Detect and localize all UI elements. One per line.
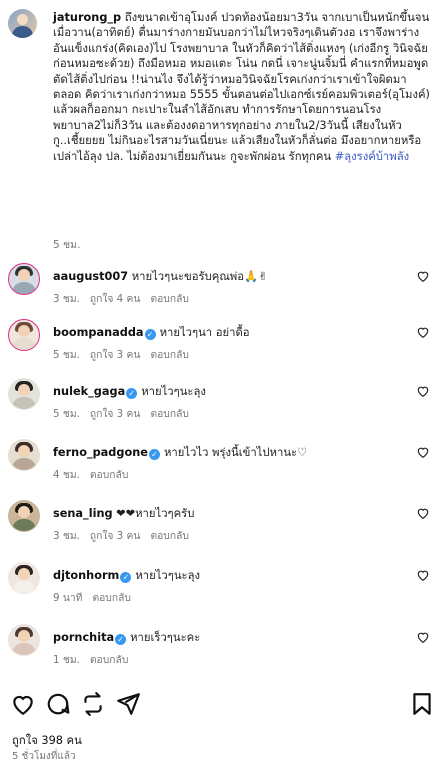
- comment-username[interactable]: ferno_padgone: [53, 446, 148, 459]
- post-action-bar: [0, 691, 445, 721]
- comment-item: ferno_padgone ✓ หายไวไว พรุ่งนี้เข้าไปหานะ…: [8, 439, 438, 495]
- verified-badge-icon: ✓: [144, 329, 156, 340]
- reply-button[interactable]: ตอบกลับ: [90, 654, 129, 666]
- caption-hashtag[interactable]: #ลุงรงค์บ้าพลัง: [335, 150, 409, 163]
- comment-username[interactable]: nulek_gaga: [53, 385, 125, 398]
- verified-badge-icon: ✓: [126, 388, 138, 399]
- commenter-avatar[interactable]: [8, 263, 40, 295]
- comment-item: boompanadda ✓ หายไวๆนา อย่าดื้อ 5 ชม. ถูกใจ…: [8, 319, 438, 375]
- comment-item: djtonhorm ✓ หายไวๆนะลุง 9 นาที ตอบกลับ: [8, 562, 438, 618]
- comment-icon[interactable]: [45, 691, 71, 717]
- reply-button[interactable]: ตอบกลับ: [150, 408, 189, 420]
- heart-icon[interactable]: [416, 630, 430, 644]
- comment-username[interactable]: aaugust007: [53, 270, 128, 283]
- bookmark-icon[interactable]: [409, 691, 435, 717]
- reply-button[interactable]: ตอบกลับ: [150, 349, 189, 361]
- comment-like-count[interactable]: ถูกใจ 3 คน: [90, 408, 141, 420]
- heart-icon[interactable]: [10, 691, 36, 717]
- heart-icon[interactable]: [416, 568, 430, 582]
- author-avatar[interactable]: [8, 9, 37, 38]
- comment-time: 5 ชม.: [53, 408, 80, 420]
- reply-button[interactable]: ตอบกลับ: [150, 530, 189, 542]
- reply-button[interactable]: ตอบกลับ: [90, 469, 129, 481]
- comment-item: sena_ling ❤❤หายไวๆครับ 3 ชม. ถูกใจ 3 คน ตอ…: [8, 500, 438, 556]
- comment-text: หายไวๆนะลุง: [135, 569, 201, 582]
- comment-item: pornchita ✓ หายเร็วๆนะคะ 1 ชม. ตอบกลับ: [8, 624, 438, 680]
- commenter-avatar[interactable]: [8, 319, 40, 351]
- commenter-avatar[interactable]: [8, 562, 40, 594]
- caption-text-block: jaturong_p ถึงขนาดเข้าอุโมงค์ ปวดท้องน้อ…: [53, 10, 431, 164]
- repost-icon[interactable]: [80, 691, 106, 717]
- comment-like-count[interactable]: ถูกใจ 3 คน: [90, 349, 141, 361]
- post-like-count[interactable]: ถูกใจ 398 คน: [12, 731, 82, 749]
- send-icon[interactable]: [115, 691, 141, 717]
- comment-text: หายไวไว พรุ่งนี้เข้าไปหานะ♡: [163, 446, 308, 459]
- heart-icon[interactable]: [416, 445, 430, 459]
- verified-badge-icon: ✓: [120, 572, 132, 583]
- comment-text: ❤❤หายไวๆครับ: [116, 507, 195, 520]
- comment-item: aaugust007 หายไวๆนะขอรับคุณพ่อ🙏✌ 3 ชม. ถู…: [8, 263, 438, 319]
- comment-username[interactable]: boompanadda: [53, 326, 144, 339]
- comment-time: 4 ชม.: [53, 469, 80, 481]
- comment-username[interactable]: djtonhorm: [53, 569, 119, 582]
- comment-username[interactable]: sena_ling: [53, 507, 113, 520]
- comment-time: 3 ชม.: [53, 530, 80, 542]
- post-timestamp: 5 ชั่วโมงที่แล้ว: [12, 751, 76, 762]
- caption-body: ถึงขนาดเข้าอุโมงค์ ปวดท้องน้อยมา3วัน จาก…: [53, 11, 430, 163]
- comment-like-count[interactable]: ถูกใจ 4 คน: [90, 293, 141, 305]
- comment-text: หายไวๆนะลุง: [141, 385, 206, 398]
- verified-badge-icon: ✓: [148, 449, 160, 460]
- caption-username[interactable]: jaturong_p: [53, 11, 121, 24]
- heart-icon[interactable]: [416, 325, 430, 339]
- verified-badge-icon: ✓: [115, 634, 127, 645]
- comment-text: หายไวๆนา อย่าดื้อ: [159, 326, 250, 339]
- reply-button[interactable]: ตอบกลับ: [92, 592, 131, 604]
- reply-button[interactable]: ตอบกลับ: [150, 293, 189, 305]
- comment-text: หายเร็วๆนะคะ: [130, 631, 201, 644]
- comment-time: 5 ชม.: [53, 349, 80, 361]
- commenter-avatar[interactable]: [8, 378, 40, 410]
- commenter-avatar[interactable]: [8, 624, 40, 656]
- commenter-avatar[interactable]: [8, 500, 40, 532]
- comment-like-count[interactable]: ถูกใจ 3 คน: [90, 530, 141, 542]
- comment-time: 3 ชม.: [53, 293, 80, 305]
- heart-icon[interactable]: [416, 269, 430, 283]
- caption-time: 5 ชม.: [53, 239, 81, 251]
- comment-time: 9 นาที: [53, 592, 83, 604]
- heart-icon[interactable]: [416, 384, 430, 398]
- comment-text: หายไวๆนะขอรับคุณพ่อ🙏✌: [131, 270, 268, 283]
- comment-username[interactable]: pornchita: [53, 631, 114, 644]
- heart-icon[interactable]: [416, 506, 430, 520]
- comment-time: 1 ชม.: [53, 654, 80, 666]
- comment-item: nulek_gaga ✓ หายไวๆนะลุง 5 ชม. ถูกใจ 3 คน ตอ…: [8, 378, 438, 434]
- commenter-avatar[interactable]: [8, 439, 40, 471]
